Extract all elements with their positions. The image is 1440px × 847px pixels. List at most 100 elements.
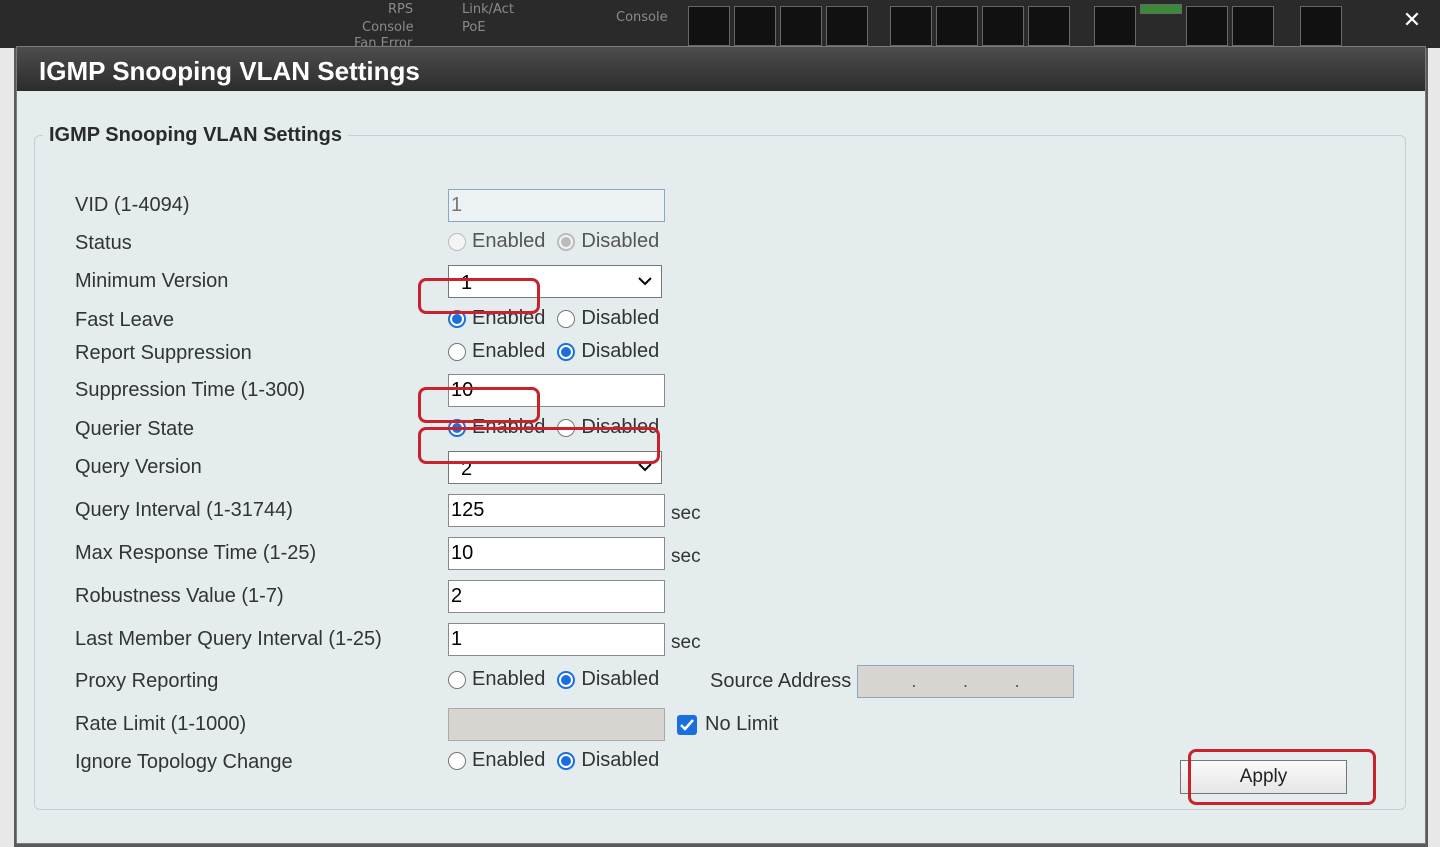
radio-label: Disabled [581, 416, 660, 438]
link-act-label: Link/Act [462, 2, 514, 17]
ip-dot: . [1014, 671, 1020, 691]
port [688, 6, 730, 46]
max-response-label: Max Response Time (1-25) [75, 542, 317, 564]
status-enabled-radio[interactable]: Enabled [448, 230, 545, 253]
ignore-topology-radio-group: Enabled Disabled [448, 749, 671, 772]
close-icon[interactable]: ✕ [1401, 10, 1423, 32]
fast-leave-disabled-radio[interactable]: Disabled [557, 307, 659, 330]
ip-dot: . [911, 671, 917, 691]
proxy-reporting-row: Proxy Reporting Enabled Disabled Source … [35, 665, 1407, 699]
max-response-row: Max Response Time (1-25) sec [35, 537, 1407, 571]
console-label: Console [362, 20, 414, 35]
radio-label: Disabled [581, 307, 660, 329]
proxy-reporting-label: Proxy Reporting [75, 670, 219, 692]
suppression-time-row: Suppression Time (1-300) [35, 374, 1407, 408]
igmp-snooping-vlan-dialog: IGMP Snooping VLAN Settings IGMP Snoopin… [16, 46, 1426, 844]
radio-icon [557, 418, 576, 437]
source-address-label: Source Address [710, 670, 852, 692]
status-label: Status [75, 232, 132, 254]
rate-limit-input[interactable] [448, 708, 665, 741]
rate-limit-label: Rate Limit (1-1000) [75, 713, 247, 735]
ip-dot: . [962, 671, 968, 691]
port [1094, 6, 1136, 46]
radio-label: Disabled [581, 668, 660, 690]
radio-icon [448, 309, 466, 328]
rps-label: RPS [388, 2, 414, 17]
background-switch-panel: RPS Console Fan Error Link/Act PoE Conso… [0, 0, 1440, 51]
min-version-value: 1 [461, 272, 473, 294]
min-version-select[interactable]: 1 [448, 265, 662, 298]
port-active [1140, 4, 1182, 14]
status-row: Status Enabled Disabled [35, 227, 1407, 261]
suppression-time-label: Suppression Time (1-300) [75, 379, 306, 401]
report-suppression-radio-group: Enabled Disabled [448, 340, 671, 363]
proxy-reporting-enabled-radio[interactable]: Enabled [448, 668, 545, 691]
querier-state-radio-group: Enabled Disabled [448, 416, 671, 439]
status-disabled-radio[interactable]: Disabled [557, 230, 659, 253]
query-interval-label: Query Interval (1-31744) [75, 499, 293, 521]
radio-icon [557, 232, 576, 251]
min-version-row: Minimum Version 1 [35, 265, 1407, 299]
checkbox-icon [677, 714, 697, 735]
radio-icon [557, 670, 576, 689]
chevron-down-icon [638, 463, 652, 472]
port [890, 6, 932, 46]
port [826, 6, 868, 46]
min-version-label: Minimum Version [75, 270, 229, 292]
fast-leave-enabled-radio[interactable]: Enabled [448, 307, 545, 330]
robustness-label: Robustness Value (1-7) [75, 585, 284, 607]
ignore-topology-disabled-radio[interactable]: Disabled [557, 749, 659, 772]
source-address-input[interactable]: . . . [857, 665, 1074, 698]
status-radio-group: Enabled Disabled [448, 230, 671, 253]
query-version-value: 2 [461, 458, 473, 480]
max-response-input[interactable] [448, 537, 665, 570]
report-suppression-disabled-radio[interactable]: Disabled [557, 340, 659, 363]
querier-state-enabled-radio[interactable]: Enabled [448, 416, 545, 439]
radio-icon [448, 232, 466, 251]
port [1186, 6, 1228, 46]
radio-label: Disabled [581, 230, 660, 252]
last-member-unit: sec [671, 632, 701, 653]
querier-state-label: Querier State [75, 418, 194, 440]
proxy-reporting-disabled-radio[interactable]: Disabled [557, 668, 659, 691]
dialog-title: IGMP Snooping VLAN Settings [39, 56, 420, 86]
chevron-down-icon [638, 277, 652, 286]
querier-state-disabled-radio[interactable]: Disabled [557, 416, 659, 439]
querier-state-row: Querier State Enabled Disabled [35, 413, 1407, 447]
suppression-time-input[interactable] [448, 374, 665, 407]
apply-button[interactable]: Apply [1180, 760, 1347, 794]
radio-label: Enabled [472, 749, 546, 771]
port [1232, 6, 1274, 46]
robustness-input[interactable] [448, 580, 665, 613]
max-response-unit: sec [671, 546, 701, 567]
vid-input[interactable] [448, 189, 665, 222]
last-member-label: Last Member Query Interval (1-25) [75, 628, 382, 650]
no-limit-label: No Limit [705, 713, 779, 735]
radio-label: Enabled [472, 307, 546, 329]
radio-icon [448, 342, 466, 361]
radio-icon [448, 418, 466, 437]
last-member-row: Last Member Query Interval (1-25) sec [35, 623, 1407, 657]
radio-icon [448, 670, 466, 689]
background-right [1428, 48, 1440, 847]
rate-limit-row: Rate Limit (1-1000) No Limit [35, 708, 1407, 742]
query-version-select[interactable]: 2 [448, 451, 662, 484]
query-interval-input[interactable] [448, 494, 665, 527]
dialog-header: IGMP Snooping VLAN Settings [17, 47, 1425, 91]
radio-icon [557, 342, 576, 361]
radio-label: Enabled [472, 230, 546, 252]
ignore-topology-enabled-radio[interactable]: Enabled [448, 749, 545, 772]
port [1300, 6, 1342, 46]
last-member-input[interactable] [448, 623, 665, 656]
vid-label: VID (1-4094) [75, 194, 190, 216]
radio-label: Enabled [472, 340, 546, 362]
poe-label: PoE [462, 20, 486, 35]
report-suppression-enabled-radio[interactable]: Enabled [448, 340, 545, 363]
group-title: IGMP Snooping VLAN Settings [49, 124, 342, 146]
port [734, 6, 776, 46]
fast-leave-radio-group: Enabled Disabled [448, 307, 671, 330]
radio-label: Enabled [472, 416, 546, 438]
report-suppression-label: Report Suppression [75, 342, 252, 364]
no-limit-checkbox[interactable]: No Limit [677, 713, 778, 736]
radio-icon [557, 309, 576, 328]
